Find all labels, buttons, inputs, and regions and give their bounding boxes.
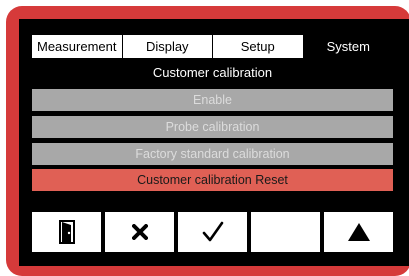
up-arrow-icon (347, 223, 370, 241)
section-title: Customer calibration (152, 65, 273, 80)
tab-display[interactable]: Display (122, 35, 213, 58)
menu-item-factory-standard-calibration[interactable]: Factory standard calibration (32, 143, 393, 165)
menu-item-enable[interactable]: Enable (32, 89, 393, 111)
display-screen: Measurement Display Setup System Custome… (19, 19, 409, 266)
cancel-x-icon (131, 224, 148, 240)
confirm-button[interactable] (178, 212, 247, 252)
menu-item-probe-calibration[interactable]: Probe calibration (32, 116, 393, 138)
cancel-button[interactable] (105, 212, 174, 252)
up-button[interactable] (324, 212, 393, 252)
checkmark-icon (202, 221, 223, 242)
tab-measurement[interactable]: Measurement (32, 35, 123, 58)
exit-button[interactable] (32, 212, 101, 252)
tab-system[interactable]: System (303, 35, 393, 58)
device-bezel: Measurement Display Setup System Custome… (0, 0, 409, 276)
tab-bar: Measurement Display Setup System (32, 35, 393, 58)
tab-setup[interactable]: Setup (213, 35, 304, 58)
softkey-bar (32, 212, 393, 252)
exit-door-icon (58, 220, 75, 244)
menu-item-customer-calibration-reset[interactable]: Customer calibration Reset (32, 169, 393, 191)
blank-softkey[interactable] (251, 212, 320, 252)
